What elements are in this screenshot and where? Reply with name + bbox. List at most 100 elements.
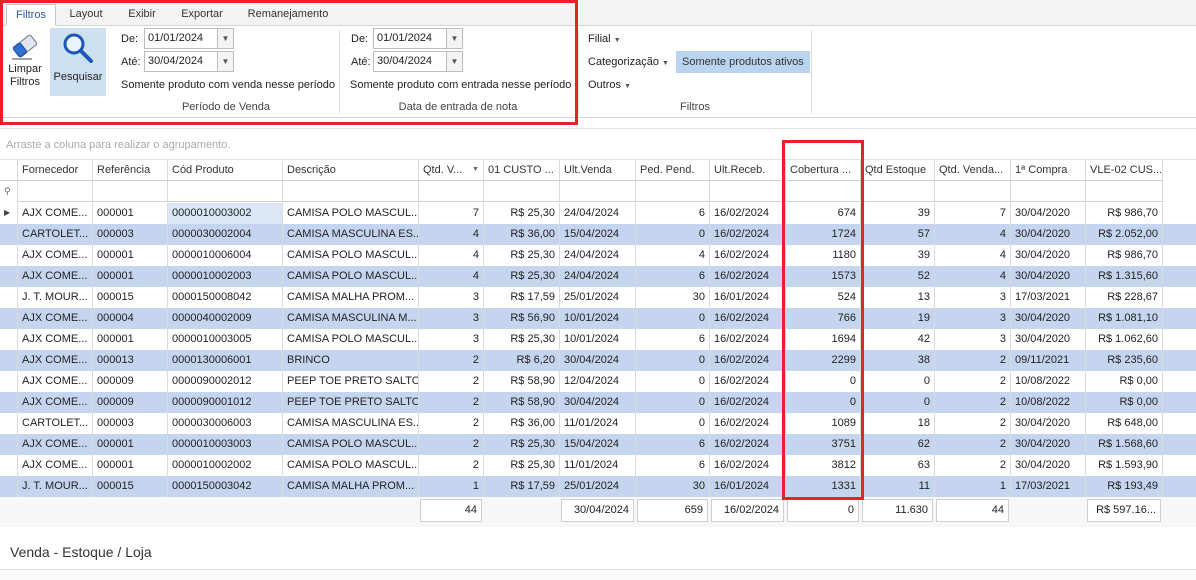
row-indicator[interactable] — [0, 476, 18, 497]
cell-referencia[interactable]: 000009 — [93, 371, 168, 392]
cell-custo[interactable]: R$ 36,00 — [484, 224, 560, 245]
cell-ped-pend[interactable]: 0 — [636, 308, 710, 329]
cell-cobertura[interactable]: 1180 — [786, 245, 861, 266]
cell-ped-pend[interactable]: 0 — [636, 413, 710, 434]
table-row[interactable]: AJX COME... 000001 0000010003003 CAMISA POL… — [0, 434, 1196, 455]
column-header-qtd-venda-2[interactable]: Qtd. Venda... — [935, 160, 1011, 181]
cell-ped-pend[interactable]: 6 — [636, 434, 710, 455]
cell-qtd-venda[interactable]: 4 — [419, 266, 484, 287]
cell-ult-receb[interactable]: 16/02/2024 — [710, 413, 786, 434]
column-header-qtd-estoque[interactable]: Qtd Estoque — [861, 160, 935, 181]
sort-desc-icon[interactable]: ▼ — [472, 160, 479, 180]
cell-referencia[interactable]: 000004 — [93, 308, 168, 329]
cell-qtd-venda-2[interactable]: 3 — [935, 329, 1011, 350]
cell-ped-pend[interactable]: 0 — [636, 350, 710, 371]
cell-ult-receb[interactable]: 16/02/2024 — [710, 434, 786, 455]
row-indicator[interactable] — [0, 371, 18, 392]
venda-only-period-option[interactable]: Somente produto com venda nesse período — [121, 79, 335, 91]
entrada-to-date[interactable]: 30/04/2024 ▼ — [373, 51, 463, 72]
cell-custo[interactable]: R$ 17,59 — [484, 476, 560, 497]
cell-qtd-venda-2[interactable]: 2 — [935, 350, 1011, 371]
chevron-down-icon[interactable]: ▼ — [217, 29, 233, 48]
cell-vle-custo[interactable]: R$ 235,60 — [1086, 350, 1163, 371]
cell-vle-custo[interactable]: R$ 1.593,90 — [1086, 455, 1163, 476]
cell-ult-venda[interactable]: 25/01/2024 — [560, 287, 636, 308]
cell-descricao[interactable]: CAMISA POLO MASCUL... — [283, 203, 419, 224]
cell-custo[interactable]: R$ 25,30 — [484, 329, 560, 350]
cell-qtd-estoque[interactable]: 0 — [861, 371, 935, 392]
table-row[interactable]: AJX COME... 000001 0000010003005 CAMISA POL… — [0, 329, 1196, 350]
cell-cod-produto[interactable]: 0000010003005 — [168, 329, 283, 350]
filter-cell-vle-custo[interactable] — [1086, 181, 1163, 202]
cell-vle-custo[interactable]: R$ 1.062,60 — [1086, 329, 1163, 350]
cell-referencia[interactable]: 000001 — [93, 266, 168, 287]
cell-custo[interactable]: R$ 25,30 — [484, 434, 560, 455]
cell-cod-produto[interactable]: 0000090002012 — [168, 371, 283, 392]
search-button[interactable]: Pesquisar — [50, 28, 106, 96]
cell-fornecedor[interactable]: AJX COME... — [18, 329, 93, 350]
cell-primeira-compra[interactable]: 30/04/2020 — [1011, 329, 1086, 350]
cell-vle-custo[interactable]: R$ 2.052,00 — [1086, 224, 1163, 245]
column-header-fornecedor[interactable]: Fornecedor — [18, 160, 93, 181]
cell-ped-pend[interactable]: 4 — [636, 245, 710, 266]
cell-cod-produto[interactable]: 0000150003042 — [168, 476, 283, 497]
cell-ped-pend[interactable]: 30 — [636, 476, 710, 497]
cell-referencia[interactable]: 000001 — [93, 203, 168, 224]
cell-descricao[interactable]: CAMISA MASCULINA M... — [283, 308, 419, 329]
cell-qtd-estoque[interactable]: 18 — [861, 413, 935, 434]
cell-fornecedor[interactable]: CARTOLET... — [18, 224, 93, 245]
table-row[interactable]: AJX COME... 000001 0000010002003 CAMISA POL… — [0, 266, 1196, 287]
cell-qtd-venda-2[interactable]: 2 — [935, 434, 1011, 455]
cell-cobertura[interactable]: 1724 — [786, 224, 861, 245]
cell-referencia[interactable]: 000003 — [93, 224, 168, 245]
cell-fornecedor[interactable]: AJX COME... — [18, 455, 93, 476]
table-row[interactable]: AJX COME... 000013 0000130006001 BRINCO 2 R$ … — [0, 350, 1196, 371]
cell-vle-custo[interactable]: R$ 1.081,10 — [1086, 308, 1163, 329]
cell-cod-produto[interactable]: 0000150008042 — [168, 287, 283, 308]
cell-fornecedor[interactable]: CARTOLET... — [18, 413, 93, 434]
cell-ult-venda[interactable]: 11/01/2024 — [560, 413, 636, 434]
row-indicator[interactable] — [0, 455, 18, 476]
cell-referencia[interactable]: 000001 — [93, 434, 168, 455]
cell-custo[interactable]: R$ 6,20 — [484, 350, 560, 371]
cell-fornecedor[interactable]: AJX COME... — [18, 434, 93, 455]
cell-custo[interactable]: R$ 17,59 — [484, 287, 560, 308]
cell-ult-venda[interactable]: 24/04/2024 — [560, 203, 636, 224]
cell-qtd-venda[interactable]: 2 — [419, 350, 484, 371]
cell-cobertura[interactable]: 524 — [786, 287, 861, 308]
active-products-toggle[interactable]: Somente produtos ativos — [676, 51, 810, 73]
cell-ult-venda[interactable]: 11/01/2024 — [560, 455, 636, 476]
cell-vle-custo[interactable]: R$ 1.568,60 — [1086, 434, 1163, 455]
cell-cod-produto[interactable]: 0000010003003 — [168, 434, 283, 455]
table-row[interactable]: J. T. MOUR... 000015 0000150003042 CAMISA M… — [0, 476, 1196, 497]
entrada-from-date[interactable]: 01/01/2024 ▼ — [373, 28, 463, 49]
column-header-ult-receb[interactable]: Ult.Receb. — [710, 160, 786, 181]
clear-filters-button[interactable]: Limpar Filtros — [4, 29, 46, 97]
cell-descricao[interactable]: CAMISA POLO MASCUL... — [283, 245, 419, 266]
cell-vle-custo[interactable]: R$ 986,70 — [1086, 203, 1163, 224]
table-row[interactable]: CARTOLET... 000003 0000030006003 CAMISA MAS… — [0, 413, 1196, 434]
cell-ult-receb[interactable]: 16/02/2024 — [710, 224, 786, 245]
cell-referencia[interactable]: 000001 — [93, 455, 168, 476]
cell-cobertura[interactable]: 3751 — [786, 434, 861, 455]
cell-qtd-estoque[interactable]: 13 — [861, 287, 935, 308]
cell-qtd-venda[interactable]: 3 — [419, 287, 484, 308]
cell-descricao[interactable]: CAMISA MALHA PROM... — [283, 476, 419, 497]
cell-fornecedor[interactable]: AJX COME... — [18, 350, 93, 371]
cell-fornecedor[interactable]: AJX COME... — [18, 371, 93, 392]
filter-cell-ult-venda[interactable] — [560, 181, 636, 202]
cell-ult-venda[interactable]: 30/04/2024 — [560, 392, 636, 413]
cell-qtd-venda-2[interactable]: 2 — [935, 392, 1011, 413]
table-row[interactable]: AJX COME... 000009 0000090002012 PEEP TOE P… — [0, 371, 1196, 392]
row-indicator[interactable] — [0, 266, 18, 287]
cell-referencia[interactable]: 000001 — [93, 245, 168, 266]
cell-ult-venda[interactable]: 10/01/2024 — [560, 308, 636, 329]
column-header-descricao[interactable]: Descrição — [283, 160, 419, 181]
cell-ult-receb[interactable]: 16/02/2024 — [710, 266, 786, 287]
cell-cod-produto[interactable]: 0000130006001 — [168, 350, 283, 371]
cell-descricao[interactable]: CAMISA MASCULINA ES... — [283, 224, 419, 245]
cell-primeira-compra[interactable]: 10/08/2022 — [1011, 371, 1086, 392]
cell-cobertura[interactable]: 1089 — [786, 413, 861, 434]
cell-ped-pend[interactable]: 6 — [636, 455, 710, 476]
cell-qtd-venda-2[interactable]: 2 — [935, 371, 1011, 392]
